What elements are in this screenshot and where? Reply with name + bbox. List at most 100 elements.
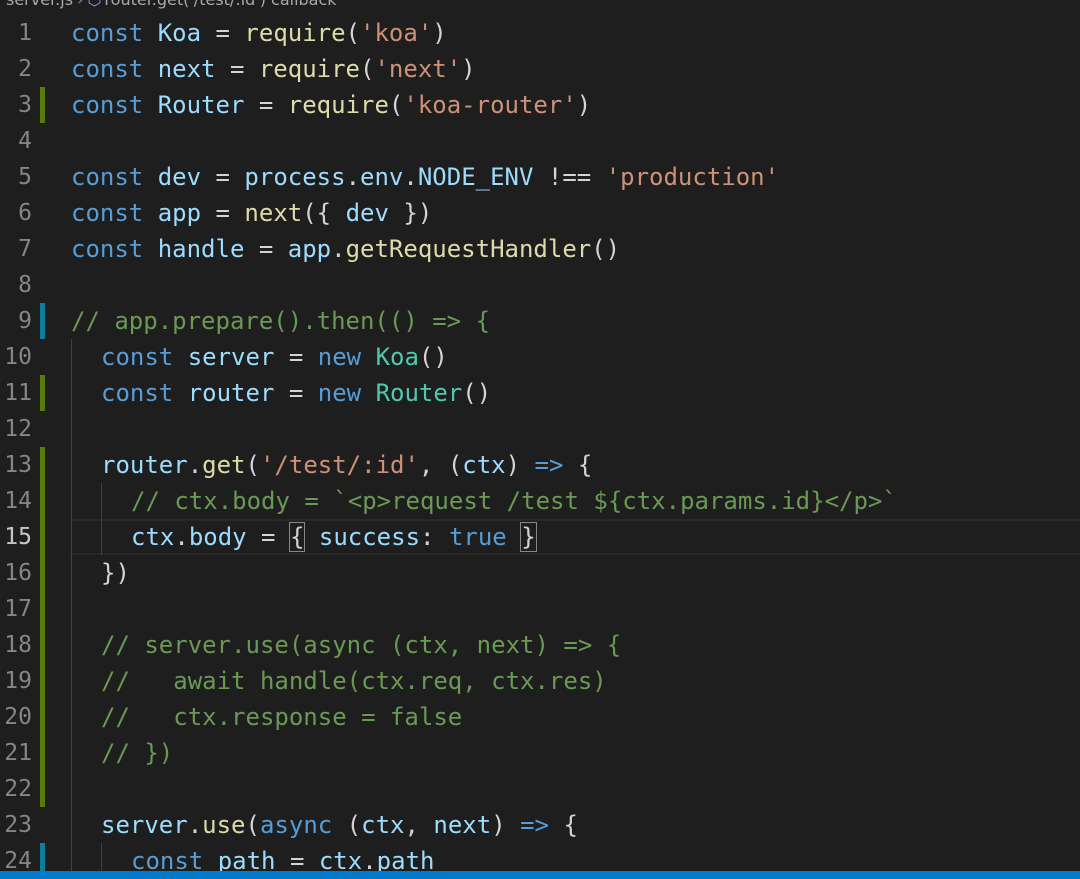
status-bar — [0, 871, 1080, 879]
git-added-marker[interactable] — [40, 519, 45, 555]
code-token: const — [71, 91, 158, 119]
code-line[interactable]: 3 const Router = require('koa-router') — [0, 87, 1080, 123]
git-added-marker[interactable] — [40, 87, 45, 123]
git-added-marker[interactable] — [40, 375, 45, 411]
code-token: success — [318, 523, 421, 551]
code-line[interactable]: 24 const path = ctx.path — [0, 843, 1080, 871]
code-line[interactable]: 10 const server = new Koa() — [0, 339, 1080, 375]
git-modified-marker[interactable] — [40, 843, 45, 871]
indent-guide — [71, 339, 72, 375]
code-token: ( — [360, 55, 375, 83]
code-line[interactable]: 17 — [0, 591, 1080, 627]
code-token: ) — [461, 55, 476, 83]
line-code[interactable]: const Koa = require('koa') — [71, 15, 447, 51]
code-line[interactable]: 6 const app = next({ dev }) — [0, 195, 1080, 231]
code-token: use — [202, 811, 246, 839]
code-token: 'production' — [605, 163, 780, 191]
line-code[interactable]: // }) — [101, 735, 173, 771]
code-token: = — [275, 847, 319, 871]
code-line[interactable]: 5 const dev = process.env.NODE_ENV !== 'p… — [0, 159, 1080, 195]
code-token: router — [187, 379, 275, 407]
code-token: router — [101, 451, 188, 479]
code-token: = — [201, 19, 245, 47]
code-line[interactable]: 22 — [0, 771, 1080, 807]
git-added-marker[interactable] — [40, 735, 45, 771]
git-added-marker[interactable] — [40, 555, 45, 591]
line-code[interactable]: // ctx.body = `<p>request /test ${ctx.pa… — [131, 483, 897, 519]
code-line[interactable]: 12 — [0, 411, 1080, 447]
line-number: 12 — [4, 416, 32, 442]
code-editor[interactable]: 1 const Koa = require('koa') 2 const next =… — [0, 15, 1080, 871]
breadcrumb-file[interactable]: server.js — [6, 0, 73, 9]
code-line[interactable]: 7 const handle = app.getRequestHandler() — [0, 231, 1080, 267]
breadcrumb[interactable]: server.js › ⬡router.get('/test/:id') callb… — [6, 0, 337, 9]
code-line[interactable]: 23 server.use(async (ctx, next) => { — [0, 807, 1080, 843]
line-code[interactable]: // app.prepare().then(() => { — [71, 303, 490, 339]
code-token: ( — [345, 19, 361, 47]
code-line[interactable]: 2 const next = require('next') — [0, 51, 1080, 87]
breadcrumb-symbol[interactable]: router.get('/test/:id') callback — [104, 0, 336, 9]
code-token: } — [520, 522, 537, 552]
code-token: ) — [491, 811, 521, 839]
git-added-marker[interactable] — [40, 447, 45, 483]
code-line[interactable]: 15 ctx.body = { success: true } — [0, 519, 1080, 555]
code-token: . — [187, 451, 203, 479]
line-code[interactable]: router.get('/test/:id', (ctx) => { — [101, 447, 592, 483]
code-token: . — [403, 163, 418, 191]
git-added-marker[interactable] — [40, 483, 45, 519]
code-token: }) — [388, 199, 433, 227]
line-code[interactable]: const router = new Router() — [101, 375, 491, 411]
code-line[interactable]: 19 // await handle(ctx.req, ctx.res) — [0, 663, 1080, 699]
code-line[interactable]: 16}) — [0, 555, 1080, 591]
code-token: = — [201, 163, 245, 191]
code-line[interactable]: 13 router.get('/test/:id', (ctx) => { — [0, 447, 1080, 483]
code-token: }) — [101, 559, 130, 587]
line-code[interactable]: const handle = app.getRequestHandler() — [71, 231, 620, 267]
code-token: server — [101, 811, 188, 839]
code-token: require — [258, 55, 361, 83]
code-line[interactable]: 20 // ctx.response = false — [0, 699, 1080, 735]
line-code[interactable]: const app = next({ dev }) — [71, 195, 432, 231]
code-token: server — [187, 343, 275, 371]
line-code[interactable]: // ctx.response = false — [101, 699, 462, 735]
code-line[interactable]: 1 const Koa = require('koa') — [0, 15, 1080, 51]
code-line[interactable]: 14 // ctx.body = `<p>request /test ${ctx.… — [0, 483, 1080, 519]
code-token: = — [246, 523, 290, 551]
code-line[interactable]: 11 const router = new Router() — [0, 375, 1080, 411]
line-code[interactable]: const next = require('next') — [71, 51, 476, 87]
line-code[interactable]: const server = new Koa() — [101, 339, 448, 375]
git-added-marker[interactable] — [40, 699, 45, 735]
code-line[interactable]: 18 // server.use(async (ctx, next) => { — [0, 627, 1080, 663]
code-token: = — [244, 91, 288, 119]
line-code[interactable]: // await handle(ctx.req, ctx.res) — [101, 663, 607, 699]
code-token: ( — [245, 811, 260, 839]
line-number: 11 — [4, 380, 32, 406]
line-code[interactable]: const Router = require('koa-router') — [71, 87, 591, 123]
code-token: // server.use(async (ctx, next) => { — [101, 631, 622, 659]
line-code[interactable]: ctx.body = { success: true } — [131, 519, 537, 555]
code-token: ctx — [462, 451, 506, 479]
line-code[interactable]: // server.use(async (ctx, next) => { — [101, 627, 621, 663]
code-token: const — [71, 235, 158, 263]
code-line[interactable]: 4 — [0, 123, 1080, 159]
code-token: const — [71, 163, 158, 191]
line-code[interactable]: const dev = process.env.NODE_ENV !== 'pr… — [71, 159, 779, 195]
code-line[interactable]: 21 // }) — [0, 735, 1080, 771]
line-code[interactable]: server.use(async (ctx, next) => { — [101, 807, 578, 843]
git-added-marker[interactable] — [40, 591, 45, 627]
code-line[interactable]: 9 // app.prepare().then(() => { — [0, 303, 1080, 339]
code-line[interactable]: 8 — [0, 267, 1080, 303]
git-modified-marker[interactable] — [40, 303, 45, 339]
code-token: get — [202, 451, 246, 479]
git-added-marker[interactable] — [40, 663, 45, 699]
code-token: // }) — [101, 739, 174, 767]
code-token: true — [448, 523, 507, 551]
chevron-right-icon: › — [77, 0, 83, 9]
git-added-marker[interactable] — [40, 771, 45, 807]
git-added-marker[interactable] — [40, 627, 45, 663]
indent-guide — [71, 735, 72, 771]
code-token: = — [215, 55, 259, 83]
line-code[interactable]: }) — [101, 555, 130, 591]
line-code[interactable]: const path = ctx.path — [131, 843, 434, 871]
